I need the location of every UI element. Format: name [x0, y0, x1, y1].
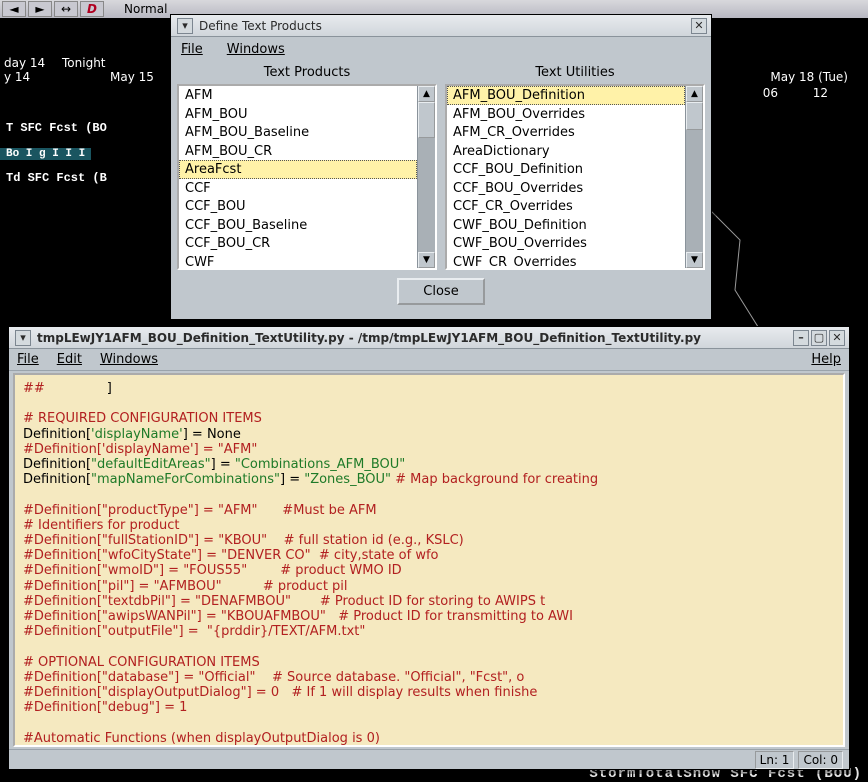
- list-item[interactable]: AFM: [179, 86, 417, 105]
- list-item[interactable]: AFM_BOU_Baseline: [179, 123, 417, 142]
- dtp-menubar: File Windows: [171, 37, 711, 61]
- list-item[interactable]: CWF: [179, 253, 417, 269]
- minimize-icon[interactable]: –: [793, 330, 809, 346]
- list-item[interactable]: AFM_CR_Overrides: [447, 123, 685, 142]
- list-item[interactable]: CCF_CR_Overrides: [447, 197, 685, 216]
- list-item[interactable]: CWF_BOU_Definition: [447, 216, 685, 235]
- list-item[interactable]: CCF_BOU_Definition: [447, 160, 685, 179]
- scroll-up-icon[interactable]: ▲: [686, 86, 703, 102]
- text-products-list[interactable]: AFMAFM_BOUAFM_BOU_BaselineAFM_BOU_CRArea…: [179, 86, 417, 268]
- bg-mode-label: Normal: [124, 2, 167, 16]
- dtp-titlebar[interactable]: ▾ Define Text Products ✕: [171, 15, 711, 37]
- dtp-title: Define Text Products: [199, 19, 322, 33]
- menu-file[interactable]: File: [181, 42, 203, 57]
- close-button[interactable]: Close: [397, 278, 484, 305]
- bg-tool-arrows-icon[interactable]: ↔: [54, 1, 78, 17]
- text-utilities-header: Text Utilities: [445, 61, 705, 84]
- maximize-icon[interactable]: ▢: [811, 330, 827, 346]
- list-item[interactable]: CCF: [179, 179, 417, 198]
- bg-tool-arrow-left-icon[interactable]: ◄: [2, 1, 26, 17]
- text-utilities-column: Text Utilities AFM_BOU_DefinitionAFM_BOU…: [445, 61, 705, 270]
- bg-grid-markers: Bo I g I I I: [0, 148, 91, 160]
- menu-windows[interactable]: Windows: [227, 42, 285, 57]
- scroll-thumb[interactable]: [418, 102, 435, 138]
- list-item[interactable]: CCF_BOU_CR: [179, 234, 417, 253]
- scroll-thumb[interactable]: [686, 102, 703, 130]
- products-scrollbar[interactable]: ▲ ▼: [417, 86, 435, 268]
- list-item[interactable]: AFM_BOU_Overrides: [447, 105, 685, 124]
- text-utilities-list[interactable]: AFM_BOU_DefinitionAFM_BOU_OverridesAFM_C…: [447, 86, 685, 268]
- window-menu-icon[interactable]: ▾: [177, 18, 193, 34]
- text-products-column: Text Products AFMAFM_BOUAFM_BOU_Baseline…: [177, 61, 437, 270]
- utilities-scrollbar[interactable]: ▲ ▼: [685, 86, 703, 268]
- editor-code-content: ## ] # REQUIRED CONFIGURATION ITEMSDefin…: [23, 381, 835, 746]
- list-item[interactable]: CWF_BOU_Overrides: [447, 234, 685, 253]
- editor-title: tmpLEwJY1AFM_BOU_Definition_TextUtility.…: [37, 331, 791, 345]
- close-icon[interactable]: ✕: [829, 330, 845, 346]
- list-item[interactable]: AFM_BOU_CR: [179, 142, 417, 161]
- list-item[interactable]: CCF_BOU_Baseline: [179, 216, 417, 235]
- bg-date-label: May 15: [110, 70, 154, 84]
- bg-day-label: day 14: [4, 56, 45, 70]
- list-item[interactable]: CWF_CR_Overrides: [447, 253, 685, 269]
- window-menu-icon[interactable]: ▾: [15, 330, 31, 346]
- list-item[interactable]: AFM_BOU_Definition: [447, 86, 685, 105]
- scroll-down-icon[interactable]: ▼: [686, 252, 703, 268]
- editor-statusbar: Ln: 1 Col: 0: [9, 749, 849, 769]
- editor-window: ▾ tmpLEwJY1AFM_BOU_Definition_TextUtilit…: [8, 326, 850, 770]
- define-text-products-dialog: ▾ Define Text Products ✕ File Windows Te…: [170, 14, 712, 320]
- list-item[interactable]: CCF_BOU: [179, 197, 417, 216]
- bg-day-label: y 14: [4, 70, 30, 84]
- status-col: Col: 0: [798, 751, 843, 769]
- list-item[interactable]: AFM_BOU: [179, 105, 417, 124]
- bg-sfc-row-2: Td SFC Fcst (B: [0, 171, 113, 185]
- menu-windows[interactable]: Windows: [100, 352, 158, 367]
- bg-sfc-row-1: T SFC Fcst (BO: [0, 121, 113, 135]
- scroll-down-icon[interactable]: ▼: [418, 252, 435, 268]
- menu-file[interactable]: File: [17, 352, 39, 367]
- close-icon[interactable]: ✕: [691, 18, 707, 34]
- bg-hour-label: 12: [813, 86, 828, 100]
- editor-titlebar[interactable]: ▾ tmpLEwJY1AFM_BOU_Definition_TextUtilit…: [9, 327, 849, 349]
- bg-day-label: Tonight: [62, 56, 106, 70]
- list-item[interactable]: AreaFcst: [179, 160, 417, 179]
- list-item[interactable]: CCF_BOU_Overrides: [447, 179, 685, 198]
- menu-edit[interactable]: Edit: [57, 352, 82, 367]
- list-item[interactable]: AreaDictionary: [447, 142, 685, 161]
- editor-text-area[interactable]: ## ] # REQUIRED CONFIGURATION ITEMSDefin…: [13, 373, 845, 747]
- scroll-up-icon[interactable]: ▲: [418, 86, 435, 102]
- bg-date-label: May 18 (Tue): [770, 70, 848, 84]
- bg-tool-arrow-right-icon[interactable]: ►: [28, 1, 52, 17]
- status-line: Ln: 1: [755, 751, 795, 769]
- text-products-header: Text Products: [177, 61, 437, 84]
- menu-help[interactable]: Help: [811, 352, 841, 367]
- bg-hour-label: 06: [763, 86, 778, 100]
- bg-tool-d-icon[interactable]: D: [80, 1, 104, 17]
- editor-menubar: File Edit Windows Help: [9, 349, 849, 371]
